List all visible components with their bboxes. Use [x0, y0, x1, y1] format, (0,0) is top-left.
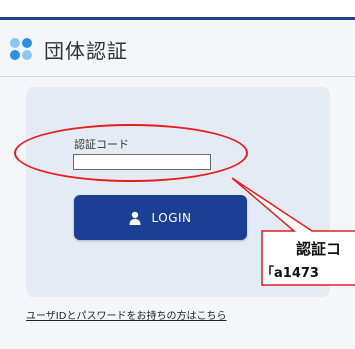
auth-code-label: 認証コード — [74, 138, 129, 151]
top-bar — [0, 0, 355, 20]
callout-text-line2: 「a1473 — [261, 266, 319, 281]
login-button[interactable]: LOGIN — [74, 195, 247, 240]
title-divider — [0, 76, 355, 77]
callout-text-line1: 認証コ — [296, 240, 342, 258]
user-icon — [129, 211, 141, 225]
login-button-label: LOGIN — [151, 210, 192, 225]
auth-code-input[interactable] — [73, 154, 211, 170]
userid-password-login-link[interactable]: ユーザIDとパスワードをお持ちの方はこちら — [26, 307, 226, 322]
page-title-text: 団体認証 — [44, 38, 128, 63]
four-dots-icon — [10, 38, 32, 60]
page-title: 団体認証 — [10, 35, 128, 63]
